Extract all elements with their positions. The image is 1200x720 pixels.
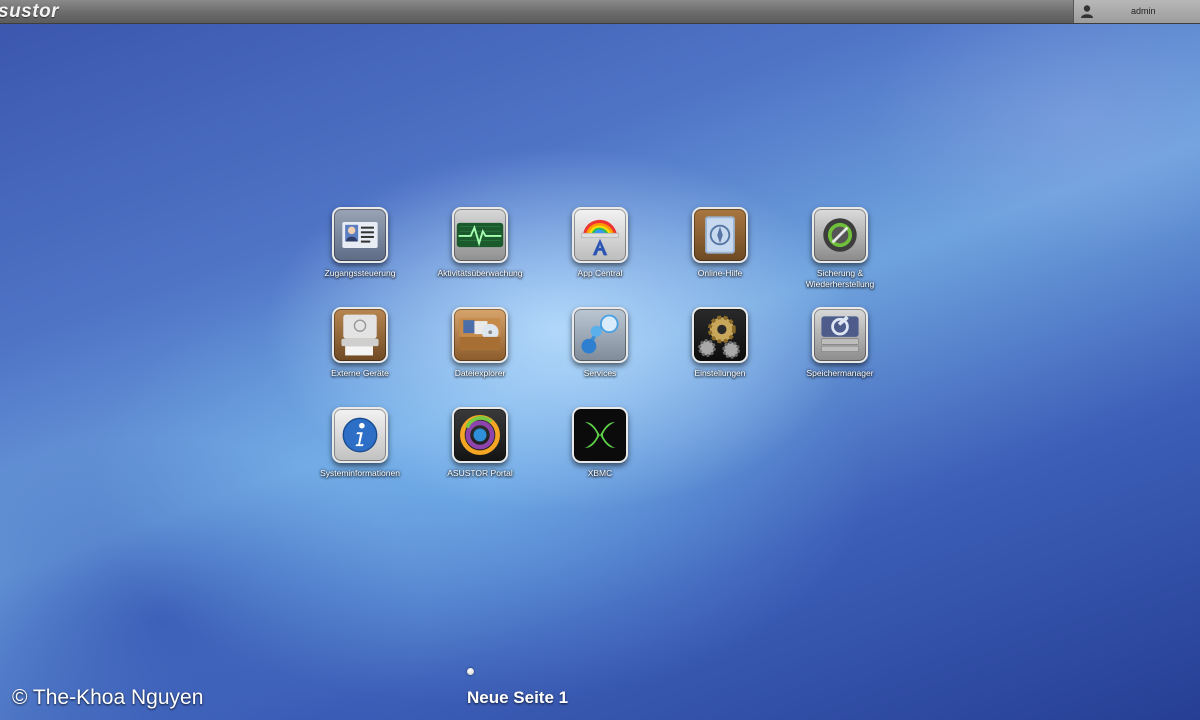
user-menu[interactable]: admin [1073, 0, 1200, 23]
xbmc-icon [572, 407, 628, 463]
app-speichermanager[interactable]: Speichermanager [785, 307, 895, 379]
user-icon [1081, 5, 1093, 18]
app-zugangssteuerung[interactable]: Zugangssteuerung [305, 207, 415, 279]
app-services[interactable]: Services [545, 307, 655, 379]
app-label: Speichermanager [806, 368, 874, 378]
backup-restore-icon [812, 207, 868, 263]
app-sicherung-wiederherstellung[interactable]: Sicherung & Wiederherstellung [785, 207, 895, 290]
app-systeminformationen[interactable]: Systeminformationen [305, 407, 415, 479]
app-central-icon [572, 207, 628, 263]
page-indicator-dot[interactable] [467, 668, 474, 675]
online-help-icon [692, 207, 748, 263]
app-label: Zugangssteuerung [324, 268, 396, 278]
services-icon [572, 307, 628, 363]
asustor-logo: sustor [0, 1, 60, 22]
app-asustor-portal[interactable]: ASUSTOR Portal [425, 407, 535, 479]
app-label: Aktivitätsüberwachung [437, 268, 523, 278]
app-label: App Central [577, 268, 623, 278]
app-label: Services [583, 368, 617, 378]
app-dateiexplorer[interactable]: Dateiexplorer [425, 307, 535, 379]
app-label: Dateiexplorer [454, 368, 506, 378]
page-label: Neue Seite 1 [467, 688, 569, 707]
app-label: Sicherung & Wiederherstellung [805, 268, 875, 289]
app-label: XBMC [587, 468, 613, 478]
app-label: Externe Geräte [331, 368, 389, 378]
app-label: Online-Hilfe [697, 268, 743, 278]
watermark-text: © The-Khoa Nguyen [12, 686, 204, 709]
settings-gears-icon [692, 307, 748, 363]
activity-monitor-icon [452, 207, 508, 263]
app-xbmc[interactable]: XBMC [545, 407, 655, 479]
portal-icon [452, 407, 508, 463]
contact-card-icon [332, 207, 388, 263]
top-bar: sustor admin [0, 0, 1200, 24]
user-name: admin [1131, 6, 1156, 16]
app-online-hilfe[interactable]: Online-Hilfe [665, 207, 775, 279]
app-label: Einstellungen [694, 368, 746, 378]
app-label: ASUSTOR Portal [447, 468, 513, 478]
app-label: Systeminformationen [320, 468, 400, 478]
file-explorer-icon [452, 307, 508, 363]
storage-manager-icon [812, 307, 868, 363]
external-devices-icon [332, 307, 388, 363]
app-aktivitaetsueberwachung[interactable]: Aktivitätsüberwachung [425, 207, 535, 279]
app-app-central[interactable]: App Central [545, 207, 655, 279]
app-einstellungen[interactable]: Einstellungen [665, 307, 775, 379]
info-icon [332, 407, 388, 463]
app-externe-geraete[interactable]: Externe Geräte [305, 307, 415, 379]
